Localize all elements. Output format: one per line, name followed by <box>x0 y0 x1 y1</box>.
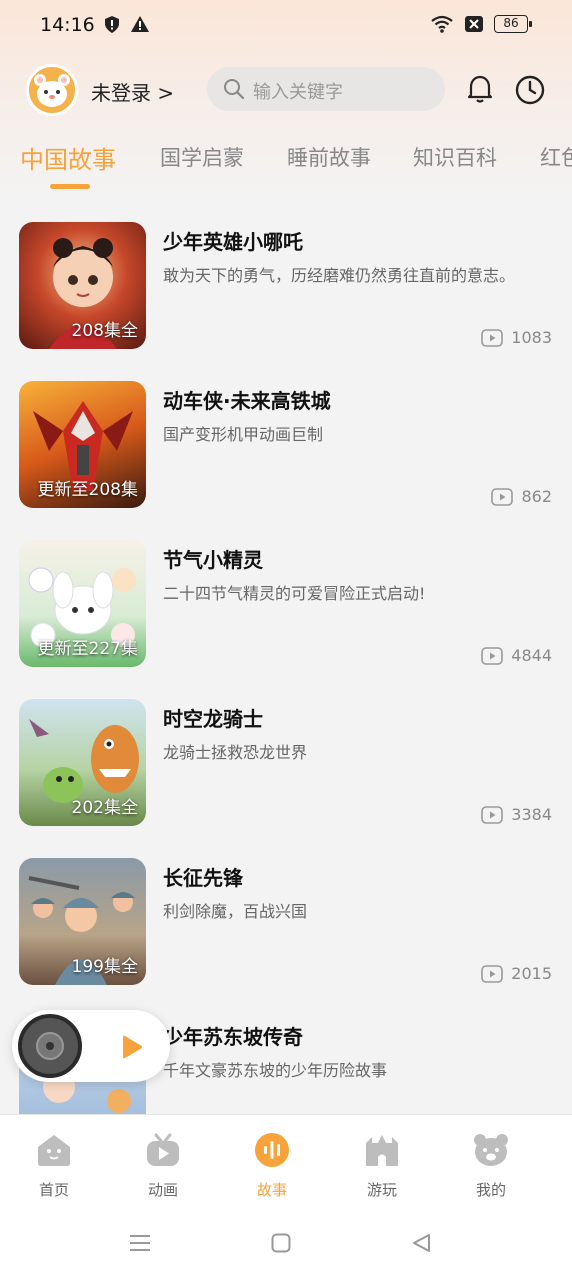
bell-icon[interactable] <box>464 72 496 104</box>
video-play-icon <box>481 805 504 824</box>
audio-wave-icon <box>255 1133 289 1167</box>
story-description: 利剑除魔，百战兴国 <box>163 902 308 921</box>
episode-badge: 更新至208集 <box>37 480 138 500</box>
story-description: 千年文豪苏东坡的少年历险故事 <box>163 1061 388 1080</box>
search-input[interactable]: 输入关键字 <box>207 67 445 111</box>
episode-badge: 199集全 <box>71 957 138 977</box>
history-clock-icon[interactable] <box>514 74 546 106</box>
nav-label: 游玩 <box>366 1181 397 1199</box>
list-item[interactable]: 208集全 少年英雄小哪吒 敢为天下的勇气，历经磨难仍然勇往直前的意志。 108… <box>0 212 572 371</box>
tv-icon <box>147 1133 179 1166</box>
story-thumbnail: 208集全 <box>19 222 146 349</box>
list-item[interactable]: 更新至227集 节气小精灵 二十四节气精灵的可爱冒险正式启动! 4844 <box>0 530 572 689</box>
video-play-icon <box>481 646 504 665</box>
list-item[interactable]: 199集全 长征先锋 利剑除魔，百战兴国 2015 <box>0 848 572 1007</box>
story-title: 长征先锋 <box>163 866 243 890</box>
active-tab-indicator <box>50 184 90 189</box>
play-count: 1083 <box>481 328 552 347</box>
play-count-value: 1083 <box>511 328 552 347</box>
login-link[interactable]: 未登录 > <box>91 77 174 106</box>
tab-chinese-stories[interactable]: 中国故事 <box>20 140 116 175</box>
nav-home[interactable]: 首页 <box>9 1133 99 1200</box>
video-play-icon <box>491 487 514 506</box>
story-title: 少年英雄小哪吒 <box>163 230 303 254</box>
play-count-value: 3384 <box>511 805 552 824</box>
play-icon[interactable] <box>118 1034 144 1060</box>
mini-player[interactable] <box>12 1010 170 1082</box>
story-description: 龙骑士拯救恐龙世界 <box>163 743 308 762</box>
search-placeholder: 输入关键字 <box>253 82 343 103</box>
play-count: 3384 <box>481 805 552 824</box>
nav-play[interactable]: 游玩 <box>337 1133 427 1200</box>
home-square-icon[interactable] <box>271 1233 291 1253</box>
bear-face-icon <box>474 1134 508 1166</box>
nav-label: 动画 <box>147 1181 178 1199</box>
episode-badge: 208集全 <box>71 321 138 341</box>
nav-stories[interactable]: 故事 <box>227 1133 317 1200</box>
bottom-navigation: 首页 动画 故事 游玩 我的 <box>0 1114 572 1208</box>
nav-label: 故事 <box>256 1181 287 1199</box>
warning-icon <box>131 16 149 32</box>
play-count-value: 4844 <box>511 646 552 665</box>
story-thumbnail: 更新至227集 <box>19 540 146 667</box>
story-title: 少年苏东坡传奇 <box>163 1025 303 1049</box>
episode-badge: 更新至227集 <box>37 639 138 659</box>
sim-off-icon <box>465 16 483 32</box>
avatar[interactable] <box>26 64 78 116</box>
app-header: 未登录 > 输入关键字 <box>0 62 572 118</box>
episode-badge: 202集全 <box>71 798 138 818</box>
vinyl-disc-icon[interactable] <box>18 1014 82 1078</box>
play-count-value: 862 <box>521 487 552 506</box>
play-count: 4844 <box>481 646 552 665</box>
battery-indicator: 86 <box>494 15 532 33</box>
tab-chinese-classics[interactable]: 国学启蒙 <box>160 142 244 172</box>
list-item[interactable]: 202集全 时空龙骑士 龙骑士拯救恐龙世界 3384 <box>0 689 572 848</box>
nav-label: 我的 <box>475 1181 506 1199</box>
tab-encyclopedia[interactable]: 知识百科 <box>413 142 497 172</box>
video-play-icon <box>481 964 504 983</box>
story-title: 节气小精灵 <box>163 548 263 572</box>
list-item[interactable]: 更新至208集 动车侠·未来高铁城 国产变形机甲动画巨制 862 <box>0 371 572 530</box>
story-description: 国产变形机甲动画巨制 <box>163 425 324 444</box>
video-play-icon <box>481 328 504 347</box>
category-tabs: 中国故事 国学启蒙 睡前故事 知识百科 红色 <box>0 140 572 196</box>
story-list: 208集全 少年英雄小哪吒 敢为天下的勇气，历经磨难仍然勇往直前的意志。 108… <box>0 212 572 1114</box>
system-navigation-bar <box>0 1208 572 1280</box>
nav-label: 首页 <box>38 1181 69 1199</box>
nav-mine[interactable]: 我的 <box>446 1133 536 1200</box>
back-triangle-icon[interactable] <box>411 1233 431 1253</box>
story-thumbnail: 更新至208集 <box>19 381 146 508</box>
play-count: 862 <box>491 487 552 506</box>
tab-red-stories[interactable]: 红色 <box>540 142 572 172</box>
story-description: 二十四节气精灵的可爱冒险正式启动! <box>163 584 426 603</box>
status-time: 14:16 <box>40 14 95 36</box>
search-icon <box>224 79 245 100</box>
story-thumbnail: 199集全 <box>19 858 146 985</box>
play-count: 2015 <box>481 964 552 983</box>
hamster-avatar-icon <box>34 74 70 107</box>
shield-alert-icon <box>105 16 119 33</box>
menu-icon[interactable] <box>129 1233 151 1253</box>
story-description: 敢为天下的勇气，历经磨难仍然勇往直前的意志。 <box>163 266 516 285</box>
story-title: 动车侠·未来高铁城 <box>163 389 331 413</box>
home-icon <box>38 1135 70 1166</box>
castle-icon <box>366 1135 398 1166</box>
story-thumbnail: 202集全 <box>19 699 146 826</box>
play-count-value: 2015 <box>511 964 552 983</box>
story-title: 时空龙骑士 <box>163 707 263 731</box>
nav-animation[interactable]: 动画 <box>118 1133 208 1200</box>
tab-bedtime-stories[interactable]: 睡前故事 <box>287 142 371 172</box>
wifi-icon <box>431 15 453 33</box>
status-bar: 14:16 86 <box>0 0 572 52</box>
